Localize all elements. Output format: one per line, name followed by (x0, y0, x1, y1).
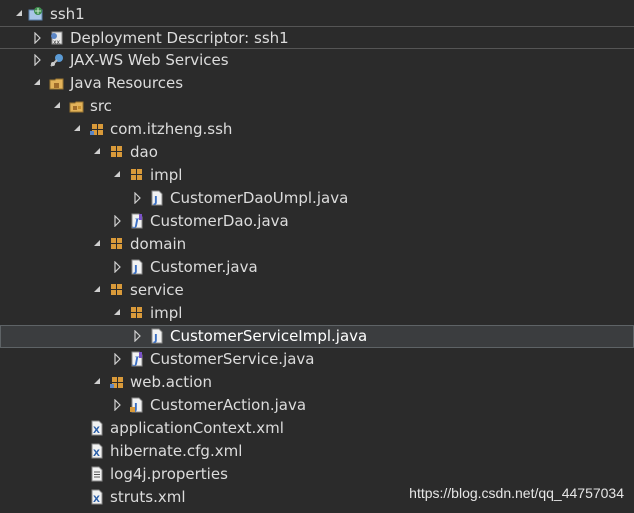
chevron-right-icon[interactable] (113, 353, 123, 365)
svg-text:X: X (93, 426, 100, 436)
chevron-down-icon[interactable] (113, 169, 123, 181)
chevron-down-icon[interactable] (93, 146, 103, 158)
tree-item-web-action[interactable]: web.action (0, 371, 634, 394)
chevron-down-icon[interactable] (15, 8, 25, 20)
xml-file-icon: X (91, 489, 103, 505)
package-icon (111, 146, 122, 157)
java-resources-icon (49, 78, 64, 90)
package-icon (90, 124, 103, 135)
xml-file-icon: X (91, 443, 103, 459)
tree-item-customer-service[interactable]: J CustomerService.java (0, 348, 634, 371)
chevron-right-icon[interactable] (113, 215, 123, 227)
svg-text:J: J (133, 264, 138, 275)
tree-item-domain[interactable]: domain (0, 233, 634, 256)
tree-item-customer[interactable]: J Customer.java (0, 256, 634, 279)
tree-item-log4j-properties[interactable]: log4j.properties (0, 463, 634, 486)
package-icon (131, 169, 142, 180)
tree-item-customer-action[interactable]: J CustomerAction.java (0, 394, 634, 417)
tree-item-service-impl[interactable]: impl (0, 302, 634, 325)
java-class-icon: J (151, 190, 163, 206)
tree-item-label: Deployment Descriptor: ssh1 (70, 29, 289, 47)
tree-item-label: struts.xml (110, 488, 186, 506)
tree-item-label: com.itzheng.ssh (110, 120, 233, 138)
tree-item-deployment-descriptor[interactable]: xx Deployment Descriptor: ssh1 (0, 26, 634, 49)
tree-item-label: dao (130, 143, 158, 161)
chevron-down-icon[interactable] (53, 100, 63, 112)
chevron-right-icon[interactable] (33, 54, 43, 66)
watermark-text: https://blog.csdn.net/qq_44757034 (409, 485, 624, 501)
tree-item-service[interactable]: service (0, 279, 634, 302)
tree-item-label: JAX-WS Web Services (70, 51, 229, 69)
package-icon (110, 377, 123, 388)
xml-file-icon: X (91, 420, 103, 436)
chevron-down-icon[interactable] (113, 307, 123, 319)
tree-item-label: src (90, 97, 112, 115)
svg-text:X: X (93, 449, 100, 459)
tree-item-customer-service-impl[interactable]: J CustomerServiceImpl.java (0, 325, 634, 348)
tree-item-label: web.action (130, 373, 212, 391)
source-folder-icon (69, 101, 84, 113)
java-interface-icon: J (131, 351, 143, 367)
web-services-icon (50, 54, 63, 67)
tree-item-hibernate-cfg[interactable]: X hibernate.cfg.xml (0, 440, 634, 463)
tree-item-label: domain (130, 235, 187, 253)
tree-item-label: applicationContext.xml (110, 419, 284, 437)
chevron-down-icon[interactable] (93, 284, 103, 296)
tree-item-label: Java Resources (70, 74, 184, 92)
chevron-down-icon[interactable] (93, 376, 103, 388)
deployment-descriptor-icon: xx (51, 31, 63, 46)
tree-item-jax-ws[interactable]: JAX-WS Web Services (0, 49, 634, 72)
tree-item-label: service (130, 281, 184, 299)
tree-item-label: log4j.properties (110, 465, 228, 483)
tree-item-label: CustomerDaoUmpl.java (170, 189, 349, 207)
chevron-right-icon[interactable] (133, 192, 143, 204)
properties-file-icon (91, 466, 103, 482)
java-class-icon: J (151, 328, 163, 344)
tree-item-label: CustomerService.java (150, 350, 315, 368)
package-icon (111, 284, 122, 295)
tree-item-package-root[interactable]: com.itzheng.ssh (0, 118, 634, 141)
web-project-icon (28, 7, 43, 21)
tree-item-ssh1[interactable]: ssh1 (0, 3, 634, 26)
tree-item-label: Customer.java (150, 258, 258, 276)
java-class-icon: J (131, 259, 143, 275)
chevron-right-icon[interactable] (113, 399, 123, 411)
svg-text:xx: xx (53, 39, 61, 46)
package-icon (111, 238, 122, 249)
package-icon (131, 307, 142, 318)
tree-item-dao-impl[interactable]: impl (0, 164, 634, 187)
chevron-right-icon[interactable] (33, 32, 43, 44)
tree-item-label: CustomerAction.java (150, 396, 307, 414)
tree-item-customer-dao-impl[interactable]: J CustomerDaoUmpl.java (0, 187, 634, 210)
tree-item-label: hibernate.cfg.xml (110, 442, 243, 460)
java-interface-icon: J (131, 213, 143, 229)
tree-item-label: impl (150, 166, 183, 184)
tree-item-label: ssh1 (50, 5, 85, 23)
chevron-right-icon[interactable] (113, 261, 123, 273)
svg-text:J: J (153, 195, 158, 206)
tree-item-customer-dao[interactable]: J CustomerDao.java (0, 210, 634, 233)
tree-item-application-context[interactable]: X applicationContext.xml (0, 417, 634, 440)
chevron-down-icon[interactable] (73, 123, 83, 135)
svg-text:X: X (93, 495, 100, 505)
tree-item-label: CustomerDao.java (150, 212, 289, 230)
svg-text:J: J (153, 333, 158, 344)
chevron-right-icon[interactable] (133, 330, 143, 342)
java-class-icon: J (130, 397, 143, 413)
chevron-down-icon[interactable] (93, 238, 103, 250)
tree-item-java-resources[interactable]: Java Resources (0, 72, 634, 95)
tree-item-label: CustomerServiceImpl.java (170, 327, 368, 345)
tree-item-label: impl (150, 304, 183, 322)
chevron-down-icon[interactable] (33, 77, 43, 89)
tree-item-dao[interactable]: dao (0, 141, 634, 164)
tree-item-src[interactable]: src (0, 95, 634, 118)
